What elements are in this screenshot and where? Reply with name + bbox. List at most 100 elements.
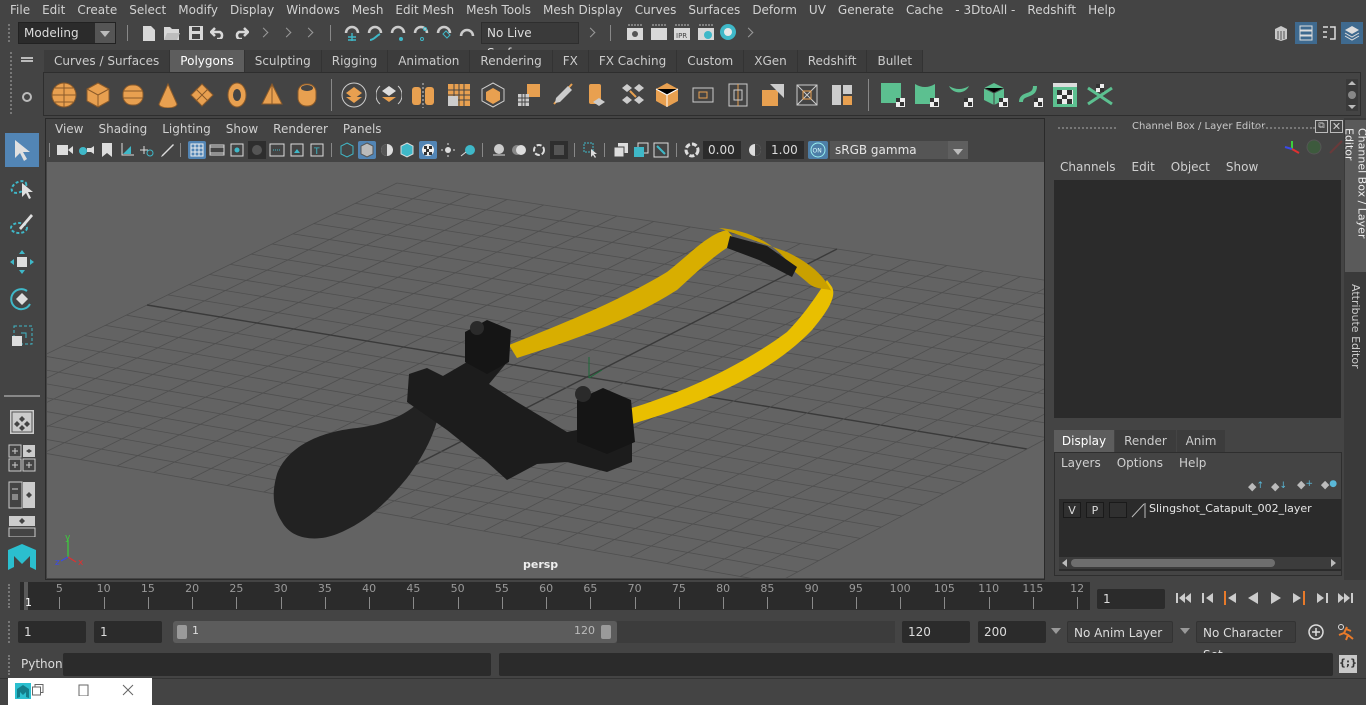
backface-culling-icon[interactable]: [550, 141, 568, 159]
wireframe-on-shaded-icon[interactable]: [398, 141, 416, 159]
scale-tool[interactable]: [5, 319, 39, 353]
target-weld-icon[interactable]: [794, 82, 820, 108]
range-slider-track[interactable]: [617, 621, 895, 643]
3d-viewport[interactable]: y x z persp: [47, 162, 1044, 578]
menu-uv[interactable]: UV: [803, 0, 832, 20]
use-all-lights-icon[interactable]: [439, 141, 457, 159]
menu-cache[interactable]: Cache: [900, 0, 949, 20]
insert-edge-loop-icon[interactable]: [690, 82, 716, 108]
step-back-frame-icon[interactable]: [1221, 590, 1239, 606]
four-pane-layout[interactable]: [5, 441, 39, 475]
hypershade-icon[interactable]: [719, 23, 737, 41]
float-panel-icon[interactable]: ⧉: [1315, 120, 1328, 133]
spherical-mapping-icon[interactable]: [948, 82, 974, 108]
side-tab-channel-box[interactable]: Channel Box / Layer Editor: [1343, 120, 1366, 272]
menu-show[interactable]: Show: [1218, 160, 1266, 174]
step-forward-frame-icon[interactable]: [1290, 590, 1308, 606]
anim-layer-chevron-icon[interactable]: [1051, 628, 1061, 634]
grease-pencil-icon[interactable]: [158, 141, 176, 159]
menu-file[interactable]: File: [4, 0, 36, 20]
play-forward-icon[interactable]: [1267, 590, 1285, 606]
shelf-tab-redshift[interactable]: Redshift: [797, 50, 868, 72]
unfold-icon[interactable]: [1018, 82, 1044, 108]
maximize-icon[interactable]: [78, 684, 90, 696]
snap-view-plane-icon[interactable]: [412, 24, 430, 42]
playback-end-field[interactable]: 120: [902, 621, 970, 643]
viewport-menu-view[interactable]: View: [49, 122, 92, 136]
image-plane-icon[interactable]: [118, 141, 136, 159]
auto-key-icon[interactable]: [1306, 622, 1326, 642]
gamma-field[interactable]: 1.00: [766, 141, 804, 159]
make-live-icon[interactable]: [458, 24, 476, 42]
xray-active-components-icon[interactable]: [510, 141, 528, 159]
panel-drag-handle[interactable]: [1255, 127, 1315, 129]
color-management-toggle[interactable]: ON: [808, 141, 828, 159]
shelf-tab-bullet[interactable]: Bullet: [867, 50, 924, 72]
panel-drag-handle[interactable]: [1058, 127, 1116, 129]
exposure-field[interactable]: 0.00: [703, 141, 741, 159]
tool-settings-toggle-icon[interactable]: [1320, 23, 1338, 43]
smooth-shade-icon[interactable]: [358, 141, 376, 159]
collapse-chevron-icon[interactable]: [283, 26, 289, 40]
range-start-handle[interactable]: [177, 625, 187, 639]
viewport-menu-show[interactable]: Show: [220, 122, 267, 136]
field-chart-icon[interactable]: [268, 141, 286, 159]
exposure-icon[interactable]: [683, 141, 701, 159]
render-view-icon[interactable]: [626, 23, 644, 41]
move-layer-up-icon[interactable]: ◆ ↑: [1247, 479, 1265, 493]
menu-options[interactable]: Options: [1109, 456, 1171, 470]
shelf-tab-custom[interactable]: Custom: [677, 50, 745, 72]
command-input[interactable]: [63, 653, 491, 676]
rotate-tool[interactable]: [5, 282, 39, 316]
side-tab-attribute-editor[interactable]: Attribute Editor: [1345, 276, 1366, 376]
go-to-start-icon[interactable]: [1175, 590, 1193, 606]
paint-select-tool[interactable]: [5, 208, 39, 242]
select-tool[interactable]: [5, 133, 39, 167]
render-current-frame-icon[interactable]: [650, 23, 668, 41]
gamma-icon[interactable]: [746, 141, 764, 159]
xray-icon[interactable]: [490, 141, 508, 159]
ipr-render-icon[interactable]: IPR: [673, 23, 691, 41]
attribute-editor-toggle-icon[interactable]: [1295, 22, 1317, 44]
resolution-gate-icon[interactable]: [228, 141, 246, 159]
offset-edge-loop-icon[interactable]: [725, 82, 751, 108]
modeling-toolkit-icon[interactable]: [1272, 23, 1290, 43]
drag-handle[interactable]: [8, 24, 12, 42]
textured-icon[interactable]: [419, 141, 437, 159]
menu-display[interactable]: Display: [224, 0, 280, 20]
menu-modify[interactable]: Modify: [172, 0, 224, 20]
layer-display-type-toggle[interactable]: [1109, 502, 1127, 518]
poly-cone-icon[interactable]: [155, 82, 181, 108]
menu-mesh-display[interactable]: Mesh Display: [537, 0, 629, 20]
shelf-tab-sculpting[interactable]: Sculpting: [244, 50, 322, 72]
cylindrical-mapping-icon[interactable]: [914, 82, 940, 108]
animation-preferences-icon[interactable]: [1335, 622, 1355, 642]
menu-3dtoall[interactable]: - 3DtoAll -: [949, 0, 1021, 20]
snap-grid-icon[interactable]: [343, 24, 361, 42]
menu-channels[interactable]: Channels: [1058, 160, 1124, 174]
step-back-key-icon[interactable]: [1199, 590, 1217, 606]
manipulator-axis-icon[interactable]: [1283, 139, 1301, 157]
layer-row[interactable]: V P Slingshot_Catapult_002_layer: [1059, 499, 1341, 521]
menu-generate[interactable]: Generate: [832, 0, 900, 20]
range-slider[interactable]: 1 120: [173, 621, 617, 643]
snap-live-icon[interactable]: [435, 24, 453, 42]
open-scene-icon[interactable]: [163, 24, 181, 42]
layer-list-hscrollbar[interactable]: [1059, 557, 1341, 569]
shelf-tab-animation[interactable]: Animation: [388, 50, 471, 72]
scroll-right-icon[interactable]: [1331, 559, 1336, 567]
save-scene-icon[interactable]: [187, 24, 205, 42]
extrude-icon[interactable]: [585, 82, 611, 108]
shelf-scrollbar[interactable]: [1346, 79, 1358, 111]
animation-start-field[interactable]: 1: [18, 621, 86, 643]
shelf-menu-icon[interactable]: [20, 56, 34, 66]
menu-edit[interactable]: Edit: [36, 0, 71, 20]
scene-canvas[interactable]: [47, 162, 1044, 578]
range-end-handle[interactable]: [601, 625, 611, 639]
sync-channel-icon[interactable]: [1306, 139, 1322, 155]
collapse-chevron-icon[interactable]: [587, 26, 593, 40]
bevel-icon[interactable]: [654, 82, 680, 108]
viewport-menu-panels[interactable]: Panels: [337, 122, 391, 136]
shelf-drag-handle[interactable]: [10, 52, 14, 114]
animation-end-field[interactable]: 200: [978, 621, 1046, 643]
